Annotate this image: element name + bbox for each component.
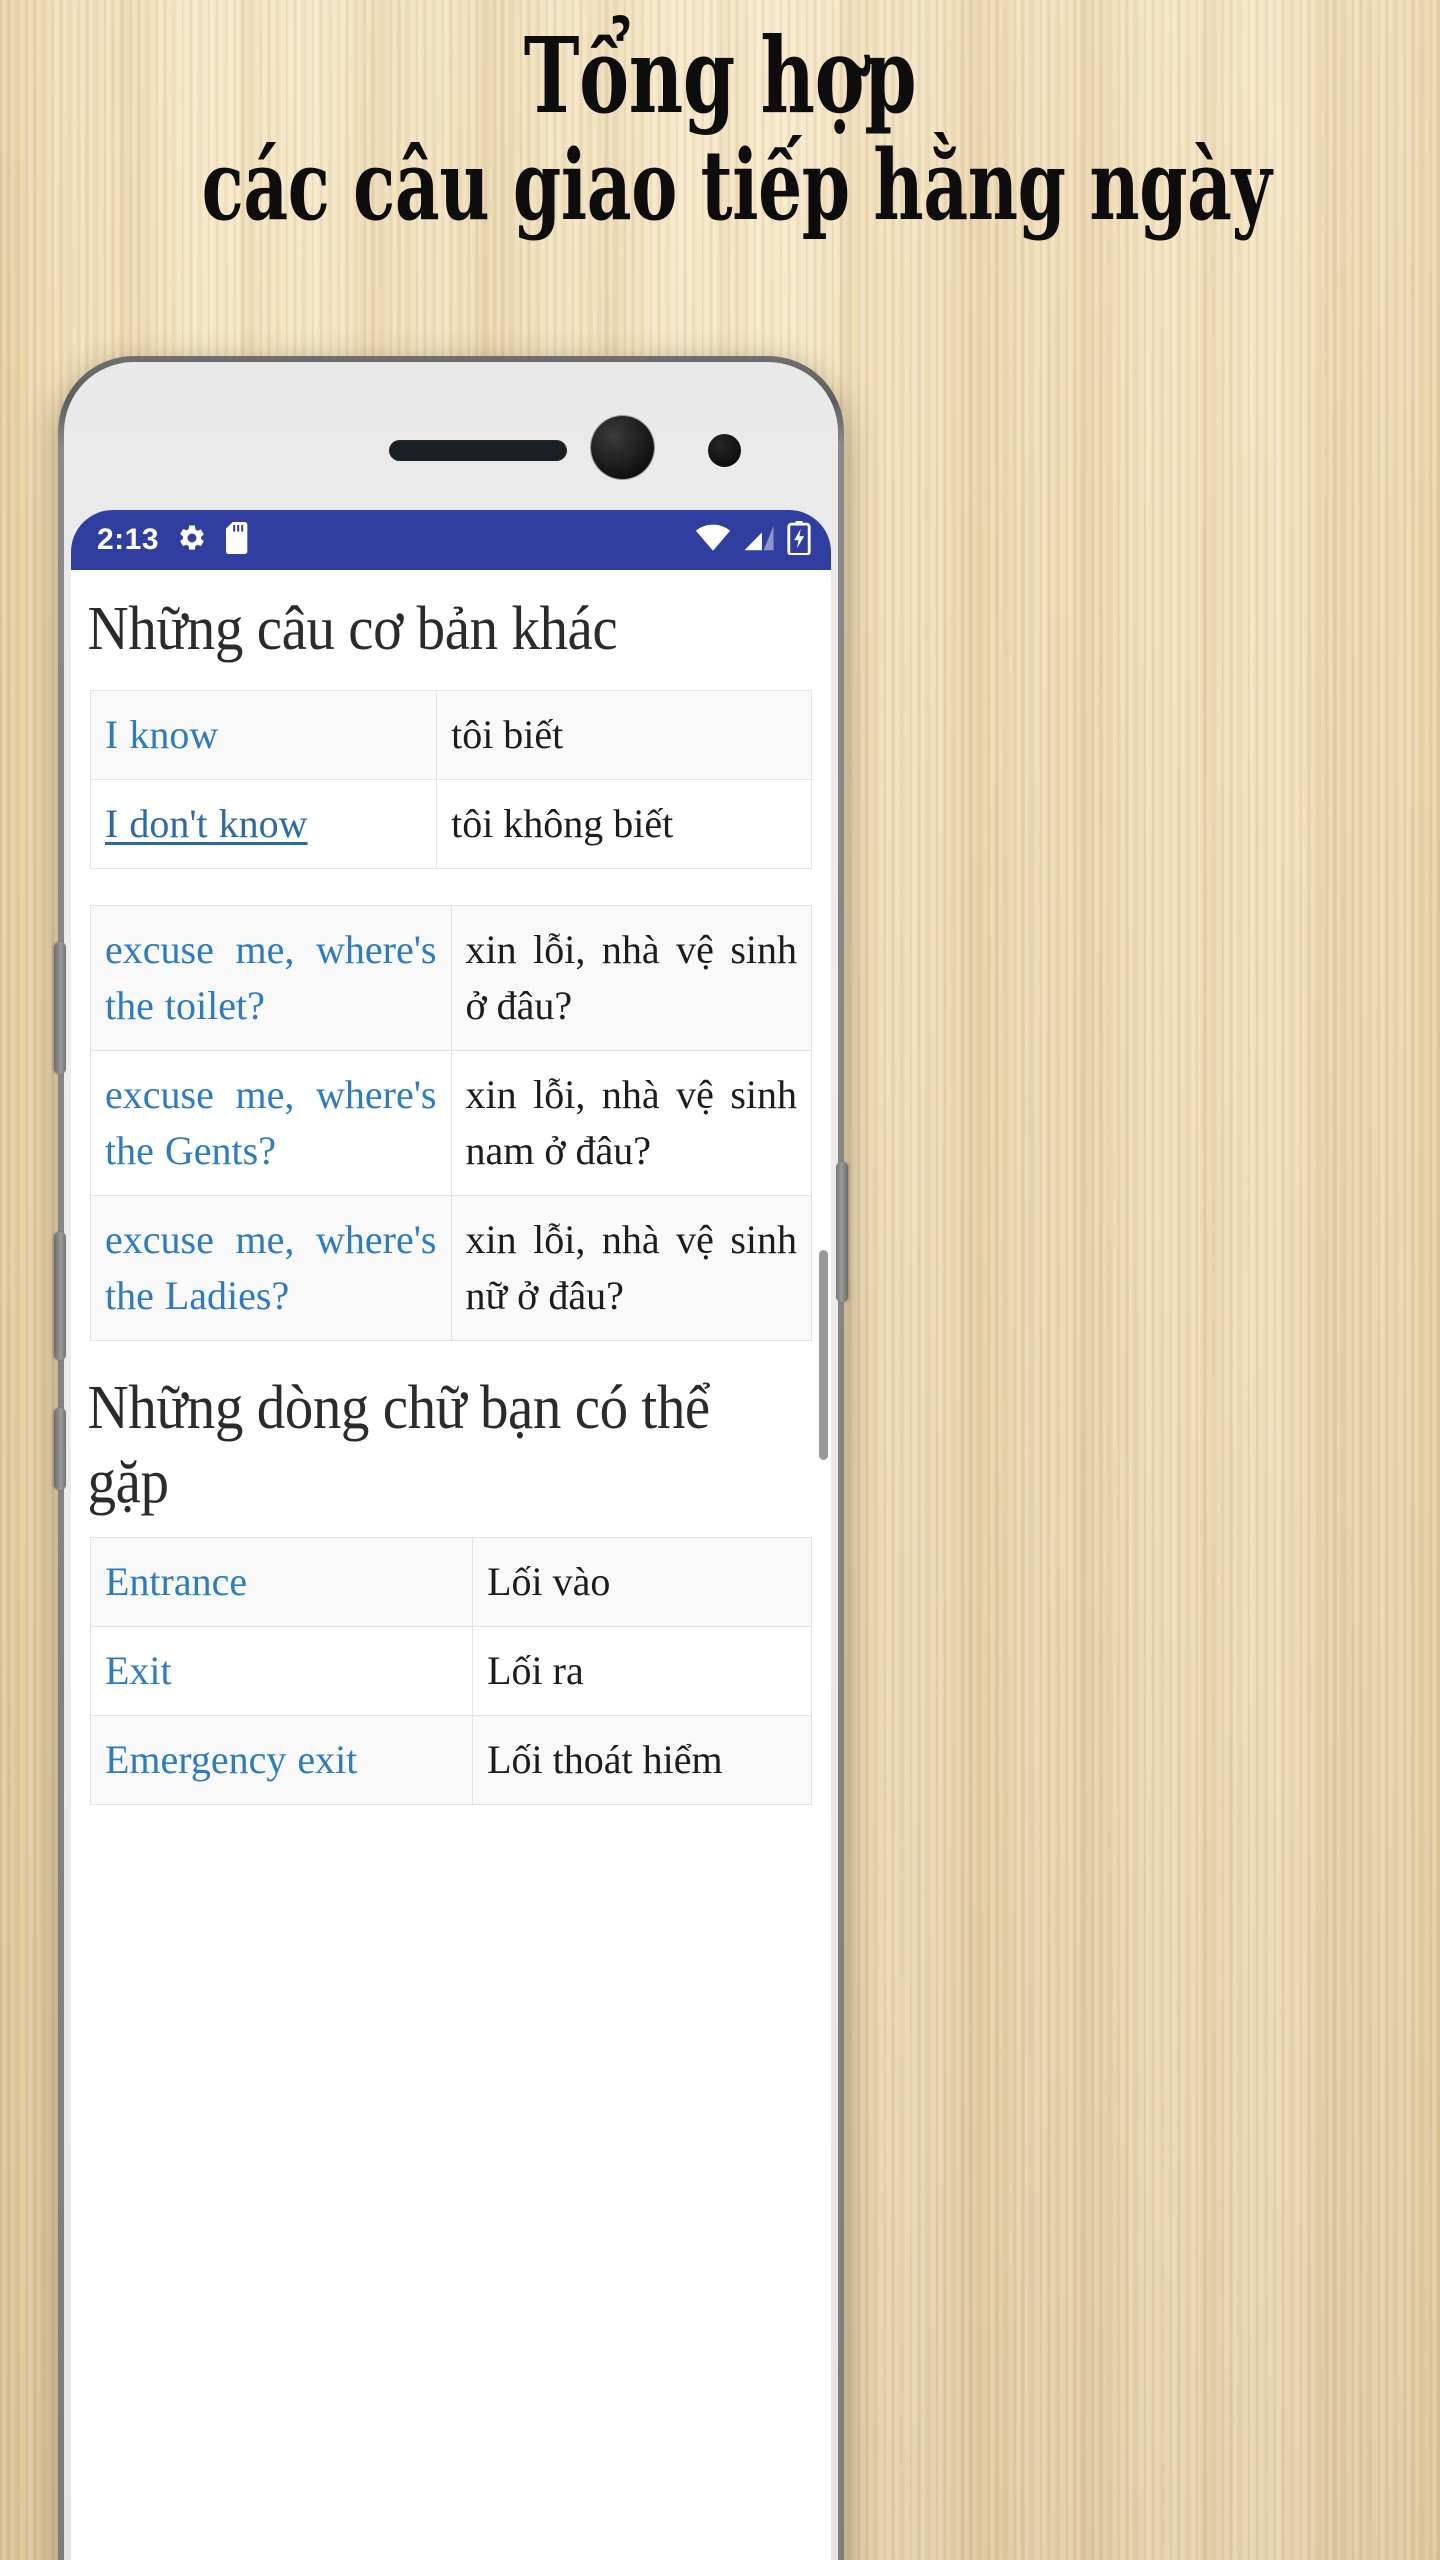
wifi-icon xyxy=(695,524,731,557)
phrase-english[interactable]: Emergency exit xyxy=(89,1715,474,1805)
proximity-sensor-icon xyxy=(708,434,741,467)
phrase-english[interactable]: excuse me, where's the Ladies? xyxy=(90,1195,452,1341)
phrase-vietnamese: Lối vào xyxy=(472,1537,812,1627)
phrase-vietnamese: Lối thoát hiểm xyxy=(472,1715,812,1805)
phrase-english[interactable]: excuse me, where's the Gents? xyxy=(90,1050,452,1196)
table-row[interactable]: Emergency exit Lối thoát hiểm xyxy=(89,1715,812,1805)
table-row[interactable]: excuse me, where's the toilet? xin lỗi, … xyxy=(90,905,812,1051)
vertical-scrollbar[interactable] xyxy=(819,1250,828,1460)
phrase-vietnamese: tôi không biết xyxy=(436,779,812,869)
phrase-vietnamese: xin lỗi, nhà vệ sinh nữ ở đâu? xyxy=(450,1195,812,1341)
phrase-vietnamese: tôi biết xyxy=(436,690,812,780)
phone-mockup: 2:13 Những câu cơ bản khác I know tôi bi… xyxy=(54,356,848,2560)
section-heading: Những dòng chữ bạn có thể gặp xyxy=(87,1374,711,1516)
phone-screen: 2:13 Những câu cơ bản khác I know tôi bi… xyxy=(71,510,831,2560)
poster-title: Tổng hợp xyxy=(523,14,917,137)
phrase-vietnamese: xin lỗi, nhà vệ sinh nam ở đâu? xyxy=(450,1050,812,1196)
battery-charging-icon xyxy=(787,520,811,560)
table-spacer xyxy=(71,869,831,905)
table-row[interactable]: excuse me, where's the Ladies? xin lỗi, … xyxy=(90,1195,812,1341)
phrase-english[interactable]: excuse me, where's the toilet? xyxy=(90,905,452,1051)
status-bar-right xyxy=(695,520,811,560)
status-bar-left: 2:13 xyxy=(97,521,251,559)
phrase-vietnamese: Lối ra xyxy=(472,1626,812,1716)
bixby-button[interactable] xyxy=(54,1408,66,1490)
phone-body: 2:13 Những câu cơ bản khác I know tôi bi… xyxy=(54,362,848,2560)
table-row[interactable]: Exit Lối ra xyxy=(89,1626,812,1716)
gear-icon xyxy=(177,523,207,558)
status-bar: 2:13 xyxy=(71,510,831,570)
section-heading: Những câu cơ bản khác xyxy=(87,595,618,663)
phrase-english[interactable]: I know xyxy=(89,690,438,780)
phrase-english[interactable]: Exit xyxy=(89,1626,474,1716)
signal-icon xyxy=(743,524,775,557)
table-row[interactable]: I know tôi biết xyxy=(89,690,812,780)
phrase-table: Entrance Lối vào Exit Lối ra Emergency e… xyxy=(89,1537,812,1805)
webview-content: Những câu cơ bản khác I know tôi biết I … xyxy=(71,592,831,2560)
phrase-english[interactable]: Entrance xyxy=(89,1537,474,1627)
status-time: 2:13 xyxy=(97,523,160,556)
poster-subtitle: các câu giao tiếp hằng ngày xyxy=(201,129,1272,242)
table-row[interactable]: Entrance Lối vào xyxy=(89,1537,812,1627)
volume-up-button[interactable] xyxy=(54,942,66,1074)
power-button[interactable] xyxy=(836,1162,848,1302)
front-camera-icon xyxy=(591,416,654,479)
table-row[interactable]: excuse me, where's the Gents? xin lỗi, n… xyxy=(90,1050,812,1196)
phrase-table: I know tôi biết I don't know tôi không b… xyxy=(89,690,812,869)
phrase-vietnamese: xin lỗi, nhà vệ sinh ở đâu? xyxy=(450,905,812,1051)
earpiece-speaker xyxy=(389,440,567,461)
volume-down-button[interactable] xyxy=(54,1232,66,1360)
phrase-english[interactable]: I don't know xyxy=(89,779,438,869)
table-row[interactable]: I don't know tôi không biết xyxy=(89,779,812,869)
phrase-table: excuse me, where's the toilet? xin lỗi, … xyxy=(90,905,812,1341)
sd-card-icon xyxy=(225,521,251,559)
poster-heading: Tổng hợp các câu giao tiếp hằng ngày xyxy=(0,22,1440,238)
